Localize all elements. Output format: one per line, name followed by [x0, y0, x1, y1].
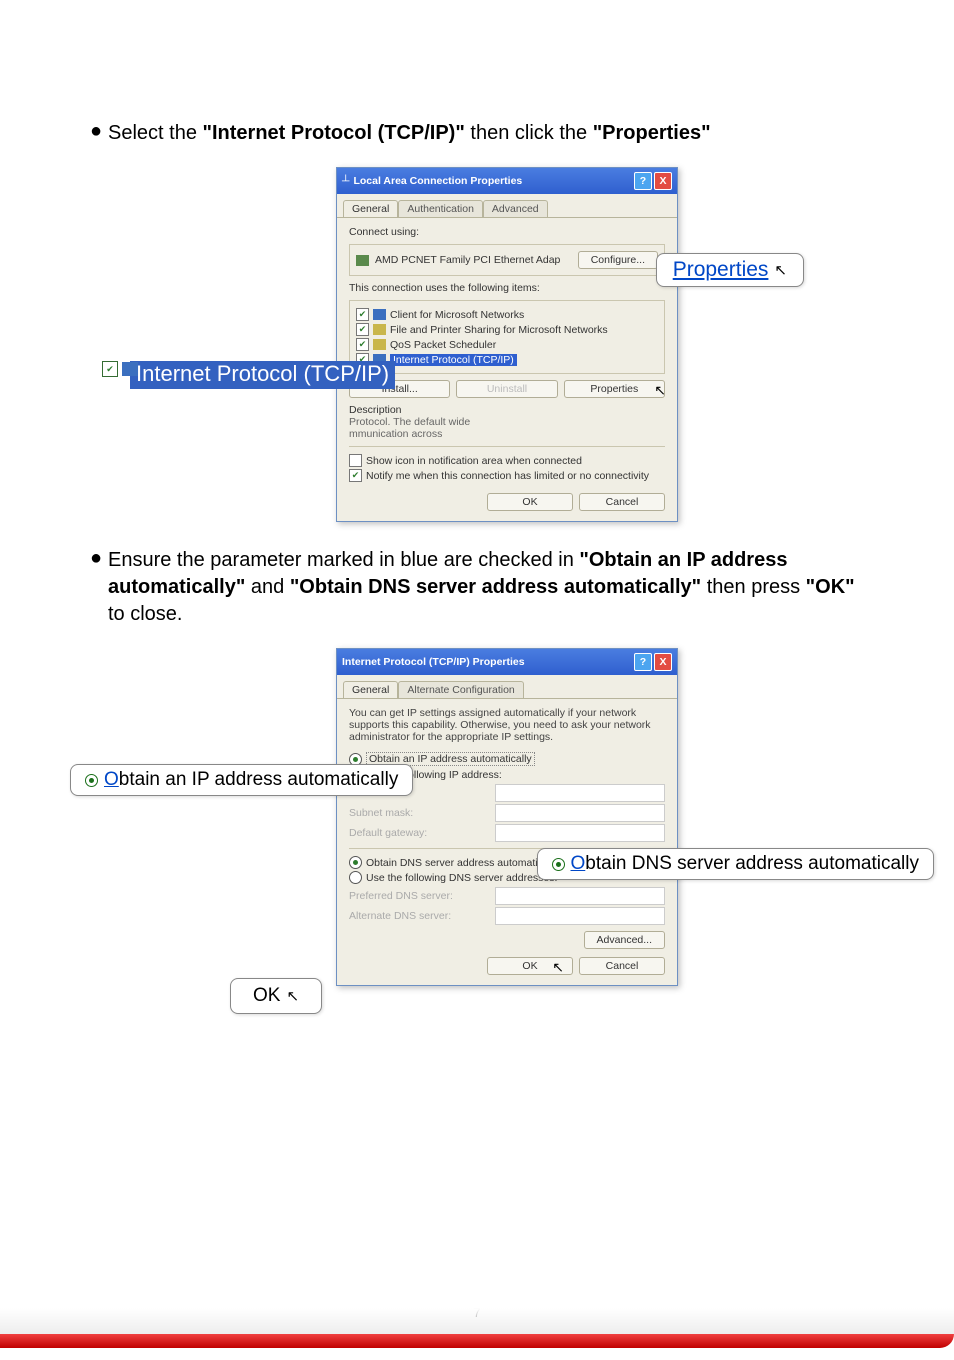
lac-titlebar: ┴ Local Area Connection Properties ? X [337, 168, 677, 194]
callout-dns-auto: Obtain DNS server address automatically [537, 848, 934, 880]
connect-using-label: Connect using: [349, 226, 665, 238]
radio-icon[interactable] [349, 871, 362, 884]
lac-titlebar-icon: ┴ [342, 175, 349, 187]
bullet-dot: ● [90, 120, 100, 147]
callout-tcpip-check: ✔ [102, 361, 138, 377]
notify-checkbox[interactable]: ✔ Notify me when this connection has lim… [349, 468, 665, 483]
configure-button[interactable]: Configure... [578, 251, 658, 269]
step2-mid2: then press [707, 576, 806, 598]
items-list: ✔ Client for Microsoft Networks ✔ File a… [349, 300, 665, 374]
cursor-icon: ↖ [552, 959, 564, 976]
callout-ip-auto: Obtain an IP address automatically [70, 764, 413, 796]
help-icon[interactable]: ? [634, 653, 652, 671]
ip-titlebar: Internet Protocol (TCP/IP) Properties ? … [337, 649, 677, 675]
step2-suffix: to close. [108, 603, 182, 625]
bullet-step2: ● Ensure the parameter marked in blue ar… [90, 547, 864, 628]
callout-ok: OK ↖ [230, 978, 322, 1014]
item-client[interactable]: ✔ Client for Microsoft Networks [356, 307, 658, 322]
uses-following-label: This connection uses the following items… [349, 282, 665, 294]
step2-prefix: Ensure the parameter marked in blue are … [108, 549, 579, 571]
step1-mid: then click the [470, 122, 592, 144]
tab-advanced[interactable]: Advanced [483, 200, 548, 217]
description-text2: mmunication across [349, 428, 665, 440]
adapter-box: AMD PCNET Family PCI Ethernet Adap Confi… [349, 244, 665, 276]
figure-1: ┴ Local Area Connection Properties ? X G… [90, 167, 864, 497]
uninstall-button: Uninstall [456, 380, 557, 398]
lac-title: Local Area Connection Properties [353, 175, 632, 187]
cursor-icon: ↖ [654, 382, 666, 399]
field-pdns: Preferred DNS server: [349, 887, 665, 905]
radio-icon [552, 858, 565, 871]
bullet-dot: ● [90, 547, 100, 628]
radio-icon [85, 774, 98, 787]
checkbox-icon: ✔ [102, 361, 118, 377]
checkbox-icon[interactable]: ✔ [356, 338, 369, 351]
bullet-step1: ● Select the "Internet Protocol (TCP/IP)… [90, 120, 864, 147]
item-tcpip[interactable]: ✔ Internet Protocol (TCP/IP) [356, 352, 658, 367]
callout-properties: Properties ↖ [656, 253, 804, 287]
lac-dialog: ┴ Local Area Connection Properties ? X G… [336, 167, 678, 522]
field-mask: Subnet mask: [349, 804, 665, 822]
tab-general[interactable]: General [343, 200, 398, 217]
cursor-icon: ↖ [774, 261, 787, 279]
help-icon[interactable]: ? [634, 172, 652, 190]
figure-2: Internet Protocol (TCP/IP) Properties ? … [90, 648, 864, 1008]
ok-button[interactable]: OK ↖ [487, 957, 573, 975]
item-fileprint[interactable]: ✔ File and Printer Sharing for Microsoft… [356, 322, 658, 337]
qos-icon [373, 339, 386, 350]
step1-bold2: "Properties" [593, 122, 711, 144]
item-qos[interactable]: ✔ QoS Packet Scheduler [356, 337, 658, 352]
item-tcpip-label: Internet Protocol (TCP/IP) [390, 354, 517, 366]
lac-tabs: General Authentication Advanced [337, 194, 677, 218]
checkbox-icon[interactable]: ✔ [356, 323, 369, 336]
field-gw: Default gateway: [349, 824, 665, 842]
show-icon-checkbox[interactable]: Show icon in notification area when conn… [349, 453, 665, 468]
client-icon [373, 309, 386, 320]
radio-icon[interactable] [349, 856, 362, 869]
step2-b3: "OK" [806, 576, 855, 598]
nic-icon [356, 255, 369, 266]
callout-dns-auto-label: Obtain DNS server address automatically [571, 853, 919, 875]
ip-dialog: Internet Protocol (TCP/IP) Properties ? … [336, 648, 678, 986]
ip-blurb: You can get IP settings assigned automat… [349, 707, 665, 743]
close-icon[interactable]: X [654, 172, 672, 190]
cursor-icon: ↖ [286, 987, 299, 1005]
ok-button[interactable]: OK [487, 493, 573, 511]
tab-authentication[interactable]: Authentication [398, 200, 483, 217]
step1-prefix: Select the [108, 122, 203, 144]
item-buttons: Install... Uninstall Properties ↖ [349, 380, 665, 398]
field-adns: Alternate DNS server: [349, 907, 665, 925]
callout-properties-label: Properties [673, 258, 769, 282]
callout-ok-label: OK [253, 985, 280, 1007]
share-icon [373, 324, 386, 335]
ip-title: Internet Protocol (TCP/IP) Properties [342, 656, 632, 668]
step1-bold1: "Internet Protocol (TCP/IP)" [203, 122, 465, 144]
callout-ip-auto-label: Obtain an IP address automatically [104, 769, 398, 791]
ip-tabs: General Alternate Configuration [337, 675, 677, 699]
description-text1: Protocol. The default wide [349, 416, 665, 428]
adapter-name: AMD PCNET Family PCI Ethernet Adap [375, 254, 572, 266]
tab-altconfig[interactable]: Alternate Configuration [398, 681, 523, 698]
step2-b2: "Obtain DNS server address automatically… [290, 576, 701, 598]
advanced-button[interactable]: Advanced... [584, 931, 665, 949]
close-icon[interactable]: X [654, 653, 672, 671]
cancel-button[interactable]: Cancel [579, 493, 665, 511]
description-label: Description [349, 404, 665, 416]
checkbox-icon[interactable]: ✔ [356, 308, 369, 321]
tab-general[interactable]: General [343, 681, 398, 698]
cancel-button[interactable]: Cancel [579, 957, 665, 975]
checkbox-icon[interactable] [349, 454, 362, 467]
tcpip-icon [122, 362, 138, 376]
callout-tcpip: Internet Protocol (TCP/IP) [130, 361, 395, 389]
properties-button[interactable]: Properties ↖ [564, 380, 665, 398]
checkbox-icon[interactable]: ✔ [349, 469, 362, 482]
step2-mid1: and [251, 576, 290, 598]
